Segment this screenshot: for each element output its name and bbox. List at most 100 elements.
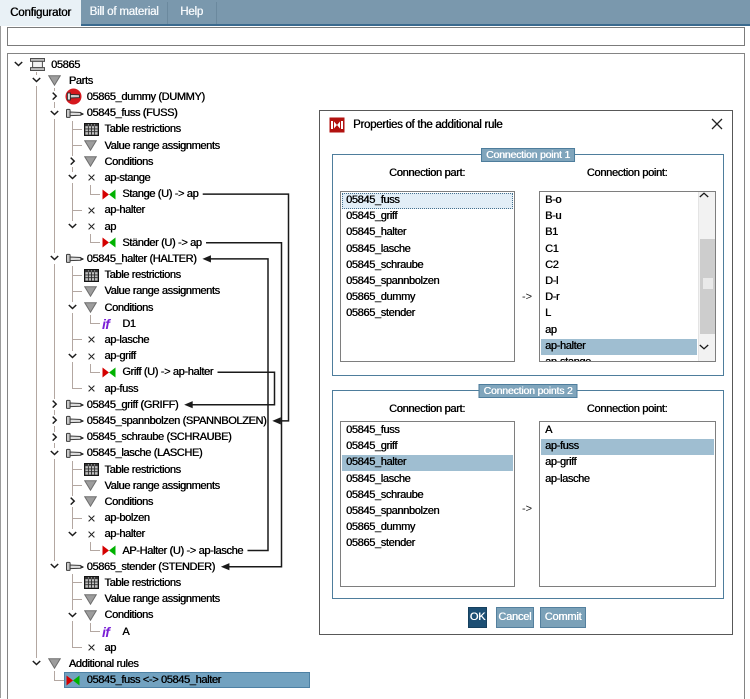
list-item[interactable]: ap-halter [541,339,697,355]
tree-node-label[interactable]: ap-lasche [104,332,149,348]
scrollbar-down-icon[interactable] [699,344,715,361]
list-item[interactable]: B-u [541,209,697,225]
tree-expander-open-icon[interactable] [50,109,59,117]
tree-node-label[interactable]: Parts [69,73,93,89]
tree-node-label[interactable]: 05865 [51,57,80,73]
ok-button[interactable]: OK [468,607,487,628]
list-item[interactable]: 05845_spannbolzen [342,504,513,520]
tree-expander-open-icon[interactable] [50,449,59,457]
tree-expander-closed-icon[interactable] [50,400,59,408]
close-icon[interactable] [711,118,723,130]
list-item[interactable]: B1 [541,225,697,241]
connection-part-list-2[interactable]: 05845_fuss05845_griff05845_halter05845_l… [340,421,515,587]
tree-expander-open-icon[interactable] [68,222,77,230]
list-item[interactable]: 05845_fuss [342,423,513,439]
commit-button[interactable]: Commit [540,607,586,628]
tree-node-label[interactable]: ap-stange [104,170,150,186]
connection-part-list-1[interactable]: 05845_fuss05845_griff05845_halter05845_l… [340,191,515,362]
tree-expander-open-icon[interactable] [68,611,77,619]
tree-expander-closed-icon[interactable] [50,416,59,424]
tree-node-label[interactable]: 05845_lasche (LASCHE) [87,445,203,461]
list-item[interactable]: A [541,423,714,439]
list-item[interactable]: 05845_griff [342,439,513,455]
tree-node-label[interactable]: Griff (U) -> ap-halter [122,364,213,380]
tree-node-label[interactable]: 05845_fuss <-> 05845_halter [87,672,221,688]
list-item[interactable]: 05845_lasche [342,472,513,488]
tree-expander-closed-icon[interactable] [50,433,59,441]
list-item[interactable]: C1 [541,242,697,258]
tree-node-label[interactable]: 05845_spannbolzen (SPANNBOLZEN) [87,413,267,429]
tree-node-label[interactable]: Value range assignments [104,283,219,299]
tab-bill-of-material[interactable]: Bill of material [81,0,167,24]
tab-help[interactable]: Help [167,0,216,24]
tree-expander-open-icon[interactable] [32,76,41,84]
list-item[interactable]: 05845_fuss [342,193,513,209]
tree-node-label[interactable]: A [122,624,129,640]
tree-node-label[interactable]: ap-fuss [104,381,138,397]
list-item[interactable]: 05865_stender [342,306,513,322]
list-item[interactable]: L [541,306,697,322]
tree-node-label[interactable]: Additional rules [69,656,139,672]
list-item[interactable]: ap-fuss [541,439,714,455]
list-item[interactable]: D-l [541,274,697,290]
tree-node-label[interactable]: ap-halter [104,526,144,542]
tree-expander-open-icon[interactable] [50,254,59,262]
tree-expander-closed-icon[interactable] [50,92,59,100]
tree-node-label[interactable]: Ständer (U) -> ap [122,235,201,251]
tree-expander-open-icon[interactable] [50,562,59,570]
list-item[interactable]: 05865_stender [342,536,513,552]
list-item[interactable]: D-r [541,290,697,306]
tree-node-label[interactable]: ap-griff [104,348,135,364]
tree-node-label[interactable]: 05865_dummy (DUMMY) [87,89,205,105]
tree-expander-open-icon[interactable] [32,659,41,667]
tree-expander-open-icon[interactable] [68,173,77,181]
tree-expander-open-icon[interactable] [68,352,77,360]
list-item[interactable]: ap-stange [541,355,697,362]
tree-expander-closed-icon[interactable] [68,157,77,165]
connection-point-list-2[interactable]: Aap-fussap-griffap-lasche [539,421,716,587]
list-item[interactable]: ap-griff [541,455,714,471]
tree-node-label[interactable]: ap-bolzen [104,510,149,526]
list-item[interactable]: C2 [541,258,697,274]
tab-configurator[interactable]: Configurator [0,0,81,26]
tree-node-label[interactable]: 05845_griff (GRIFF) [87,397,179,413]
list-item[interactable]: 05865_dummy [342,290,513,306]
connection-point-list-1[interactable]: B-oB-uB1C1C2D-lD-rLapap-halterap-stange [539,191,716,362]
tree-node-label[interactable]: Table restrictions [104,121,180,137]
scrollbar-up-icon[interactable] [699,192,715,209]
list-item[interactable]: 05845_schraube [342,258,513,274]
tree-expander-open-icon[interactable] [68,303,77,311]
tree-node-label[interactable]: ap-halter [104,202,144,218]
list-item[interactable]: 05845_griff [342,209,513,225]
list-item[interactable]: 05845_schraube [342,488,513,504]
tree-node-label[interactable]: ap [104,219,116,235]
list-item[interactable]: 05845_halter [342,225,513,241]
list-item[interactable]: B-o [541,193,697,209]
tree-node-label[interactable]: 05845_fuss (FUSS) [87,105,178,121]
tree-node-label[interactable]: Conditions [104,300,152,316]
tree-node-label[interactable]: Value range assignments [104,591,219,607]
tree-node-label[interactable]: Conditions [104,154,152,170]
tree-node-label[interactable]: Value range assignments [104,138,219,154]
tree-node-label[interactable]: AP-Halter (U) -> ap-lasche [122,543,243,559]
tree-node-label[interactable]: Stange (U) -> ap [122,186,198,202]
tree-node-label[interactable]: 05845_halter (HALTER) [87,251,197,267]
list-item[interactable]: 05845_spannbolzen [342,274,513,290]
tree-node-label[interactable]: 05845_schraube (SCHRAUBE) [87,429,232,445]
tree-node-label[interactable]: ap [104,640,116,656]
list-item[interactable]: ap-lasche [541,472,714,488]
cancel-button[interactable]: Cancel [496,607,534,628]
tree-node-label[interactable]: Table restrictions [104,462,180,478]
tree-node-label[interactable]: Value range assignments [104,478,219,494]
tree-expander-open-icon[interactable] [68,530,77,538]
tree-node-label[interactable]: D1 [122,316,135,332]
list-item[interactable]: 05845_lasche [342,242,513,258]
tree-expander-closed-icon[interactable] [68,497,77,505]
tree-node-label[interactable]: Table restrictions [104,575,180,591]
list-item[interactable]: ap [541,323,697,339]
tree-node-label[interactable]: Conditions [104,607,152,623]
list-item[interactable]: 05865_dummy [342,520,513,536]
scrollbar[interactable] [698,192,715,361]
filter-input[interactable] [7,27,745,46]
tree-node-label[interactable]: 05865_stender (STENDER) [87,559,215,575]
